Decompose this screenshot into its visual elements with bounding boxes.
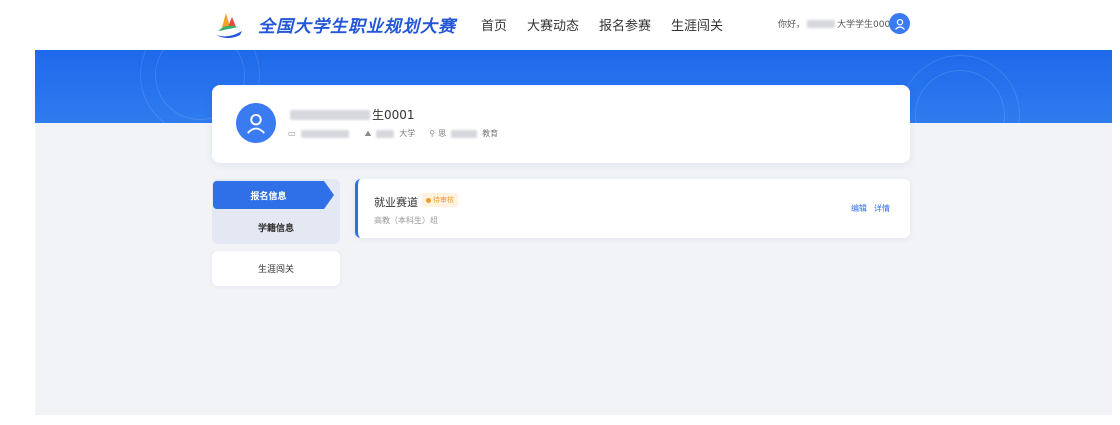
profile-name-suffix: 生0001 xyxy=(372,108,415,122)
id-card-icon: ▭ xyxy=(288,129,296,138)
track-group: 高教（本科生）组 xyxy=(374,216,438,225)
status-badge: 待审核 xyxy=(422,193,458,207)
page: 全国大学生职业规划大赛 首页 大赛动态 报名参赛 生涯闯关 你好， 大学学生00… xyxy=(0,0,1120,425)
redacted-text xyxy=(290,109,370,120)
profile-avatar xyxy=(236,103,276,143)
banner-ring xyxy=(900,55,1020,123)
status-dot-icon xyxy=(426,197,431,203)
main-nav: 首页 大赛动态 报名参赛 生涯闯关 xyxy=(481,15,723,34)
meta-major: ⚲ 思 教育 xyxy=(429,128,498,139)
status-text: 待审核 xyxy=(433,196,454,204)
content-background xyxy=(35,123,1112,415)
redacted-text xyxy=(376,129,395,138)
brand-title[interactable]: 全国大学生职业规划大赛 xyxy=(258,12,456,37)
top-header: 全国大学生职业规划大赛 首页 大赛动态 报名参赛 生涯闯关 你好， 大学学生00… xyxy=(0,0,1120,50)
profile-card: 生0001 ▭ ⛰ 大学 ⚲ 思 教育 xyxy=(212,85,910,163)
menu-item-career-challenge[interactable]: 生涯闯关 xyxy=(212,251,340,286)
detail-link[interactable]: 详情 xyxy=(874,203,890,214)
major-suffix: 教育 xyxy=(482,129,499,138)
school-icon: ⛰ xyxy=(364,128,372,138)
major-prefix: 思 xyxy=(438,129,447,138)
redacted-text xyxy=(807,19,836,28)
school-suffix: 大学 xyxy=(399,129,416,138)
user-icon xyxy=(247,114,265,134)
profile-name: 生0001 xyxy=(288,106,415,123)
user-avatar[interactable] xyxy=(889,13,910,34)
user-greeting: 你好， 大学学生0001 xyxy=(778,17,896,30)
brand-logo-icon[interactable] xyxy=(212,9,246,39)
meta-school: ⛰ 大学 xyxy=(365,128,416,139)
track-card: 就业赛道 待审核 高教（本科生）组 编辑 详情 xyxy=(355,179,910,238)
menu-item-student-status[interactable]: 学籍信息 xyxy=(212,215,340,239)
nav-news[interactable]: 大赛动态 xyxy=(527,15,579,34)
track-actions: 编辑 详情 xyxy=(851,203,890,214)
profile-meta: ▭ ⛰ 大学 ⚲ 思 教育 xyxy=(288,128,498,139)
track-title: 就业赛道 xyxy=(374,196,418,209)
meta-id: ▭ xyxy=(288,129,351,138)
edit-link[interactable]: 编辑 xyxy=(851,203,867,214)
user-icon xyxy=(894,18,905,30)
major-icon: ⚲ xyxy=(429,129,436,138)
redacted-text xyxy=(451,129,478,138)
nav-register[interactable]: 报名参赛 xyxy=(599,15,651,34)
menu-item-registration-info[interactable]: 报名信息 xyxy=(213,181,334,209)
greeting-username: 大学学生0001 xyxy=(837,20,896,30)
nav-career-challenge[interactable]: 生涯闯关 xyxy=(671,15,723,34)
redacted-text xyxy=(300,129,349,138)
nav-home[interactable]: 首页 xyxy=(481,15,507,34)
greeting-prefix: 你好， xyxy=(778,20,806,30)
